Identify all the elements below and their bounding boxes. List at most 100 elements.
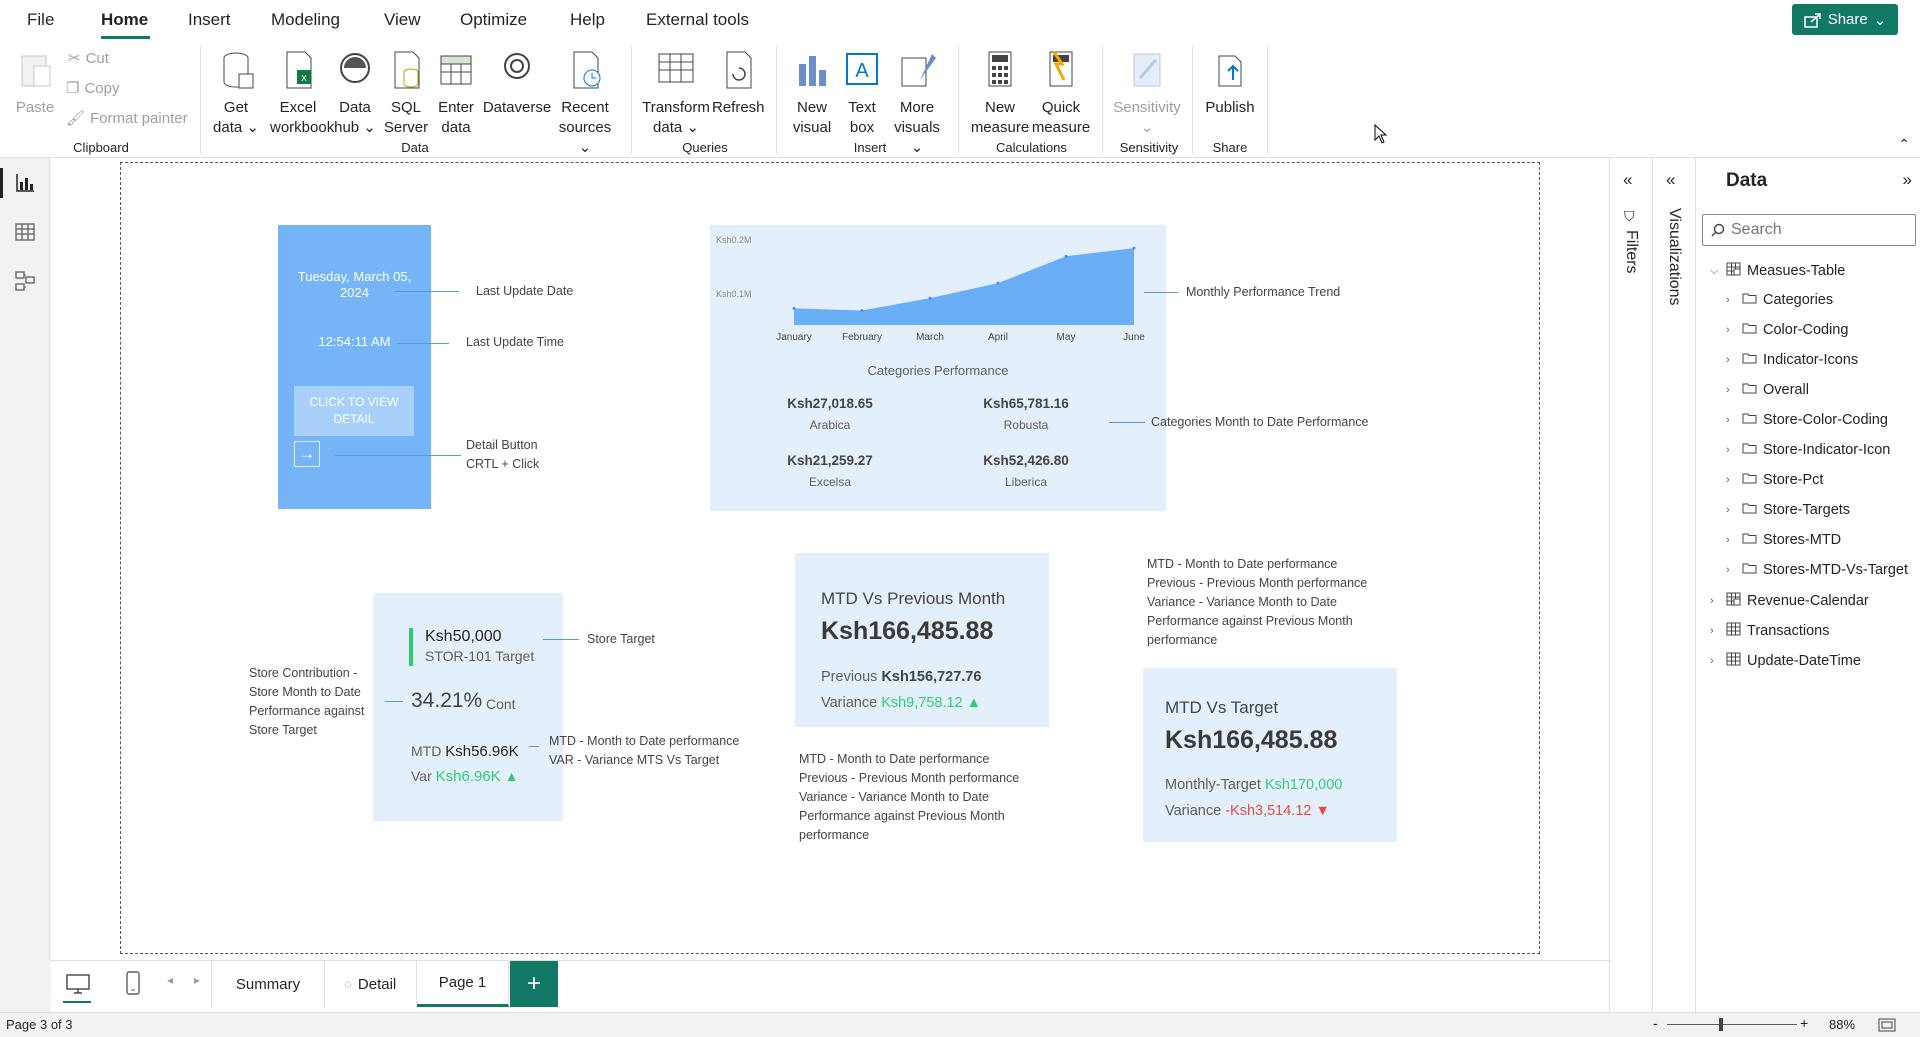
tree-item[interactable]: › Store-Pct [1726, 472, 1823, 488]
menu-modeling[interactable]: Modeling [271, 10, 340, 30]
filters-label[interactable]: Filters [1622, 230, 1640, 274]
chevron-right-icon[interactable]: › [1726, 474, 1736, 486]
chevron-right-icon[interactable]: › [1726, 354, 1736, 366]
text-box-icon: A [846, 53, 878, 85]
data-hub-button[interactable]: Data hub ⌄ [330, 50, 380, 138]
tree-item[interactable]: ⌵ Measues-Table [1710, 262, 1845, 280]
add-page-button[interactable]: + [510, 961, 558, 1007]
filters-panel[interactable]: « ⛉ Filters [1609, 158, 1652, 1012]
data-hub-icon [340, 53, 370, 83]
table-view-icon[interactable] [14, 221, 36, 243]
chevron-right-icon[interactable]: › [1726, 564, 1736, 576]
arrow-right-icon[interactable]: → [294, 441, 320, 467]
chevron-right-icon[interactable]: › [1710, 625, 1720, 637]
tree-item[interactable]: › Stores-MTD-Vs-Target [1726, 562, 1908, 578]
tree-item[interactable]: › Indicator-Icons [1726, 352, 1858, 368]
text-box-button[interactable]: A Text box [838, 50, 886, 138]
zoom-slider-thumb[interactable] [1719, 1018, 1723, 1031]
collapse-data-panel-icon[interactable]: » [1903, 170, 1912, 190]
tab-page-1[interactable]: Page 1 [417, 961, 509, 1007]
chevron-right-icon[interactable]: › [1726, 444, 1736, 456]
menu-external-tools[interactable]: External tools [646, 10, 749, 30]
excel-workbook-button[interactable]: x Excel workbook [270, 50, 335, 138]
chevron-right-icon[interactable]: › [1726, 384, 1736, 396]
category-excelsa: Ksh21,259.27 Excelsa [750, 453, 910, 489]
refresh-button[interactable]: Refresh [712, 50, 765, 118]
sql-server-button[interactable]: SQL Server [382, 50, 430, 138]
tree-item[interactable]: › Overall [1726, 382, 1809, 398]
get-data-button[interactable]: Get data ⌄ [208, 50, 264, 138]
next-page-icon[interactable]: ▸ [194, 973, 200, 987]
expand-visualizations-icon[interactable]: « [1666, 170, 1675, 190]
visualizations-label[interactable]: Visualizations [1665, 208, 1683, 306]
view-detail-button[interactable]: CLICK TO VIEW DETAIL [294, 386, 414, 436]
desktop-layout-icon[interactable] [65, 973, 91, 995]
tree-item[interactable]: › Transactions [1710, 622, 1829, 640]
chevron-right-icon[interactable]: › [1726, 414, 1736, 426]
quick-measure-button[interactable]: Quick measure [1030, 50, 1092, 138]
sensitivity-button[interactable]: Sensitivity ⌄ [1112, 50, 1182, 138]
prev-page-icon[interactable]: ◂ [167, 973, 173, 987]
folder-icon [1742, 472, 1757, 488]
search-input[interactable] [1731, 221, 1901, 239]
new-visual-button[interactable]: New visual [788, 50, 836, 138]
store-mtd-label: MTD [411, 743, 442, 759]
folder-icon [1742, 412, 1757, 428]
model-view-icon[interactable] [14, 270, 36, 292]
collapse-ribbon-icon[interactable]: ⌃ [1898, 136, 1910, 153]
recent-sources-button[interactable]: Recent sources ⌄ [552, 50, 618, 158]
menu-optimize[interactable]: Optimize [460, 10, 527, 30]
menu-insert[interactable]: Insert [188, 10, 231, 30]
zoom-out-icon[interactable]: - [1653, 1015, 1658, 1031]
search-box[interactable] [1702, 214, 1916, 246]
chevron-right-icon[interactable]: › [1726, 504, 1736, 516]
expand-filters-icon[interactable]: « [1623, 170, 1632, 190]
chevron-down-icon[interactable]: ⌵ [1710, 265, 1720, 278]
more-visuals-button[interactable]: More visuals ⌄ [888, 50, 946, 158]
chevron-right-icon[interactable]: › [1726, 294, 1736, 306]
tree-item[interactable]: › Store-Indicator-Icon [1726, 442, 1890, 458]
tree-item-label: Indicator-Icons [1763, 352, 1859, 368]
copy-button[interactable]: ❐ Copy [66, 79, 119, 98]
tree-item[interactable]: › Stores-MTD [1726, 532, 1841, 548]
enter-data-button[interactable]: Enter data [432, 50, 480, 138]
categories-card: Ksh0.1M Ksh0.2M January February March April M… [710, 225, 1166, 511]
menu-view[interactable]: View [384, 10, 421, 30]
annotation-line-text: Store Contribution - [249, 666, 358, 680]
tree-item[interactable]: › Color-Coding [1726, 322, 1848, 338]
chevron-right-icon[interactable]: › [1726, 324, 1736, 336]
publish-button[interactable]: Publish [1202, 50, 1258, 118]
menu-home[interactable]: Home [101, 10, 148, 30]
tree-item[interactable]: › Store-Color-Coding [1726, 412, 1888, 428]
fit-to-page-icon[interactable] [1878, 1018, 1896, 1032]
visualizations-panel[interactable]: « Visualizations [1652, 158, 1695, 1012]
tab-detail[interactable]: ◌ Detail [325, 961, 417, 1007]
tree-item-label: Store-Targets [1763, 502, 1851, 518]
share-button[interactable]: Share ⌄ [1792, 4, 1898, 35]
new-measure-button[interactable]: New measure [970, 50, 1030, 138]
transform-icon [658, 53, 694, 83]
data-panel-title: Data [1726, 170, 1768, 191]
separator [1102, 46, 1103, 154]
transform-data-button[interactable]: Transform data ⌄ [640, 50, 712, 138]
tree-item[interactable]: › Store-Targets [1726, 502, 1850, 518]
tree-item[interactable]: › Revenue-Calendar [1710, 592, 1869, 610]
zoom-slider[interactable] [1667, 1024, 1797, 1025]
tab-summary[interactable]: Summary [211, 961, 325, 1007]
paste-button[interactable]: Paste [12, 50, 58, 118]
dataverse-label: Dataverse [482, 99, 552, 116]
chevron-right-icon[interactable]: › [1710, 655, 1720, 667]
excel-label-2: workbook [270, 119, 335, 136]
report-view-icon[interactable] [14, 172, 36, 194]
cut-button[interactable]: ✂ Cut [68, 49, 109, 68]
tree-item[interactable]: › Update-DateTime [1710, 652, 1861, 670]
format-painter-button[interactable]: 🖌 Format painter [66, 109, 188, 128]
menu-help[interactable]: Help [570, 10, 605, 30]
chevron-right-icon[interactable]: › [1726, 534, 1736, 546]
dataverse-button[interactable]: Dataverse [482, 50, 552, 118]
chevron-right-icon[interactable]: › [1710, 595, 1720, 607]
menu-file[interactable]: File [27, 10, 54, 30]
zoom-in-icon[interactable]: + [1800, 1015, 1808, 1031]
tree-item[interactable]: › Categories [1726, 292, 1833, 308]
mobile-layout-icon[interactable] [125, 971, 141, 995]
